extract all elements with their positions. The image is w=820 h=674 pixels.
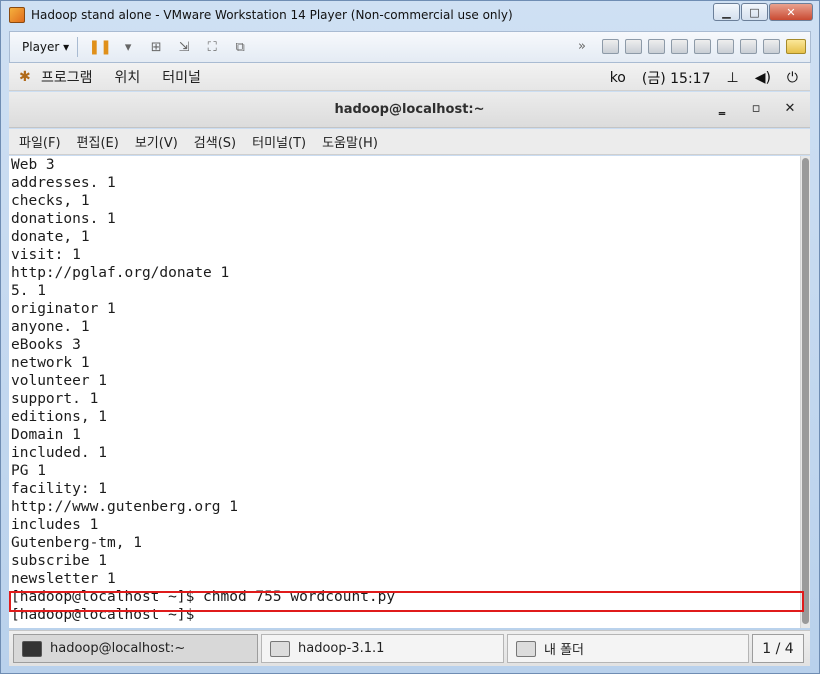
terminal-line: 5. 1 xyxy=(11,283,46,299)
terminal-line: newsletter 1 xyxy=(11,571,116,587)
message-log-icon[interactable] xyxy=(786,38,806,54)
terminal-line: donate, 1 xyxy=(11,229,90,245)
task-label: hadoop-3.1.1 xyxy=(298,641,385,656)
pause-icon[interactable]: ❚❚ xyxy=(88,39,111,55)
terminal-line: http://pglaf.org/donate 1 xyxy=(11,265,230,281)
vm-titlebar: Hadoop stand alone - VMware Workstation … xyxy=(1,1,819,29)
task-terminal[interactable]: hadoop@localhost:~ xyxy=(13,634,258,663)
task-home-folder[interactable]: 내 폴더 xyxy=(507,634,749,663)
player-menu-button[interactable]: Player ▾ xyxy=(22,40,69,54)
unity-icon[interactable]: ⧉ xyxy=(231,39,249,55)
terminal-line: [hadoop@localhost ~]$ xyxy=(11,607,204,623)
terminal-line: support. 1 xyxy=(11,391,99,407)
file-manager-icon xyxy=(270,640,290,657)
sound-icon[interactable] xyxy=(694,38,711,54)
terminal-icon xyxy=(22,640,42,657)
more-devices-icon[interactable]: » xyxy=(573,38,591,54)
terminal-line: subscribe 1 xyxy=(11,553,108,569)
volume-icon[interactable]: ◀) xyxy=(755,70,771,86)
terminal-line: checks, 1 xyxy=(11,193,90,209)
printer-icon[interactable] xyxy=(671,38,688,54)
applications-menu[interactable]: 프로그램 xyxy=(41,67,93,87)
menu-terminal[interactable]: 터미널(T) xyxy=(252,132,306,151)
terminal-close-button[interactable]: ✕ xyxy=(780,101,800,119)
display-2-icon[interactable] xyxy=(763,38,780,54)
task-hadoop-folder[interactable]: hadoop-3.1.1 xyxy=(261,634,504,663)
terminal-title: hadoop@localhost:~ xyxy=(334,102,485,117)
vm-window-controls: ▁ □ ✕ xyxy=(712,3,813,21)
send-ctrl-alt-del-icon[interactable]: ⇲ xyxy=(175,39,193,55)
maximize-button[interactable]: □ xyxy=(741,3,768,21)
menu-file[interactable]: 파일(F) xyxy=(19,132,61,151)
terminal-window-controls: ‗ ▫ ✕ xyxy=(698,101,800,119)
terminal-titlebar: hadoop@localhost:~ ‗ ▫ ✕ xyxy=(9,92,810,128)
terminal-line: included. 1 xyxy=(11,445,108,461)
terminal-scrollbar[interactable] xyxy=(800,156,810,628)
fullscreen-icon[interactable]: ⛶ xyxy=(203,39,221,55)
panel-status-area: ko (금) 15:17 ⊥ ◀) ⏻ xyxy=(594,68,798,88)
applications-icon[interactable]: ✱ xyxy=(19,70,33,84)
input-language-indicator[interactable]: ko xyxy=(610,70,626,86)
vmware-app-icon xyxy=(9,7,25,23)
terminal-line: editions, 1 xyxy=(11,409,108,425)
menu-search[interactable]: 검색(S) xyxy=(194,132,236,151)
scrollbar-thumb[interactable] xyxy=(802,158,809,624)
terminal-line: visit: 1 xyxy=(11,247,81,263)
cd-drive-icon[interactable] xyxy=(625,38,642,54)
terminal-line: includes 1 xyxy=(11,517,99,533)
terminal-line: http://www.gutenberg.org 1 xyxy=(11,499,238,515)
vm-toolbar: Player ▾ ❚❚ ▾ ⊞ ⇲ ⛶ ⧉ » xyxy=(9,31,811,63)
menu-view[interactable]: 보기(V) xyxy=(135,132,178,151)
hard-disk-icon[interactable] xyxy=(602,38,619,54)
device-tray: » xyxy=(568,38,806,54)
clock[interactable]: (금) 15:17 xyxy=(642,68,711,88)
terminal-minimize-button[interactable]: ‗ xyxy=(712,101,732,119)
display-icon[interactable] xyxy=(740,38,757,54)
terminal-app-menu[interactable]: 터미널 xyxy=(162,67,201,87)
dropdown-arrow-icon[interactable]: ▾ xyxy=(119,39,137,55)
terminal-line: [hadoop@localhost ~]$ chmod 755 wordcoun… xyxy=(11,589,396,605)
terminal-output[interactable]: Web 3 addresses. 1 checks, 1 donations. 1 do… xyxy=(9,156,800,628)
terminal-line: Web 3 xyxy=(11,157,55,173)
vm-window-title: Hadoop stand alone - VMware Workstation … xyxy=(31,8,513,22)
minimize-button[interactable]: ▁ xyxy=(713,3,740,21)
terminal-line: volunteer 1 xyxy=(11,373,108,389)
terminal-line: anyone. 1 xyxy=(11,319,90,335)
gnome-top-panel: ✱ 프로그램 위치 터미널 ko (금) 15:17 ⊥ ◀) ⏻ xyxy=(9,63,810,91)
terminal-line: network 1 xyxy=(11,355,90,371)
terminal-line: addresses. 1 xyxy=(11,175,116,191)
file-manager-icon xyxy=(516,640,536,657)
places-menu[interactable]: 위치 xyxy=(115,67,141,87)
gnome-bottom-taskbar: hadoop@localhost:~ hadoop-3.1.1 내 폴더 1 /… xyxy=(9,630,810,666)
workspace-pager[interactable]: 1 / 4 xyxy=(752,634,804,663)
terminal-line: PG 1 xyxy=(11,463,46,479)
terminal-maximize-button[interactable]: ▫ xyxy=(746,101,766,119)
terminal-menubar: 파일(F) 편집(E) 보기(V) 검색(S) 터미널(T) 도움말(H) xyxy=(9,129,810,155)
terminal-line: eBooks 3 xyxy=(11,337,81,353)
close-button[interactable]: ✕ xyxy=(769,3,813,21)
terminal-line: Domain 1 xyxy=(11,427,81,443)
menu-edit[interactable]: 편집(E) xyxy=(77,132,119,151)
usb-icon[interactable] xyxy=(717,38,734,54)
toolbar-divider xyxy=(77,37,79,57)
network-adapter-icon[interactable]: ⊞ xyxy=(147,39,165,55)
terminal-line: donations. 1 xyxy=(11,211,116,227)
task-label: 내 폴더 xyxy=(544,643,585,658)
menu-help[interactable]: 도움말(H) xyxy=(322,132,378,151)
terminal-line: originator 1 xyxy=(11,301,116,317)
network-status-icon[interactable]: ⊥ xyxy=(726,70,738,86)
terminal-line: facility: 1 xyxy=(11,481,108,497)
terminal-line: Gutenberg-tm, 1 xyxy=(11,535,142,551)
network-icon[interactable] xyxy=(648,38,665,54)
power-icon[interactable]: ⏻ xyxy=(787,70,798,86)
task-label: hadoop@localhost:~ xyxy=(50,641,186,656)
